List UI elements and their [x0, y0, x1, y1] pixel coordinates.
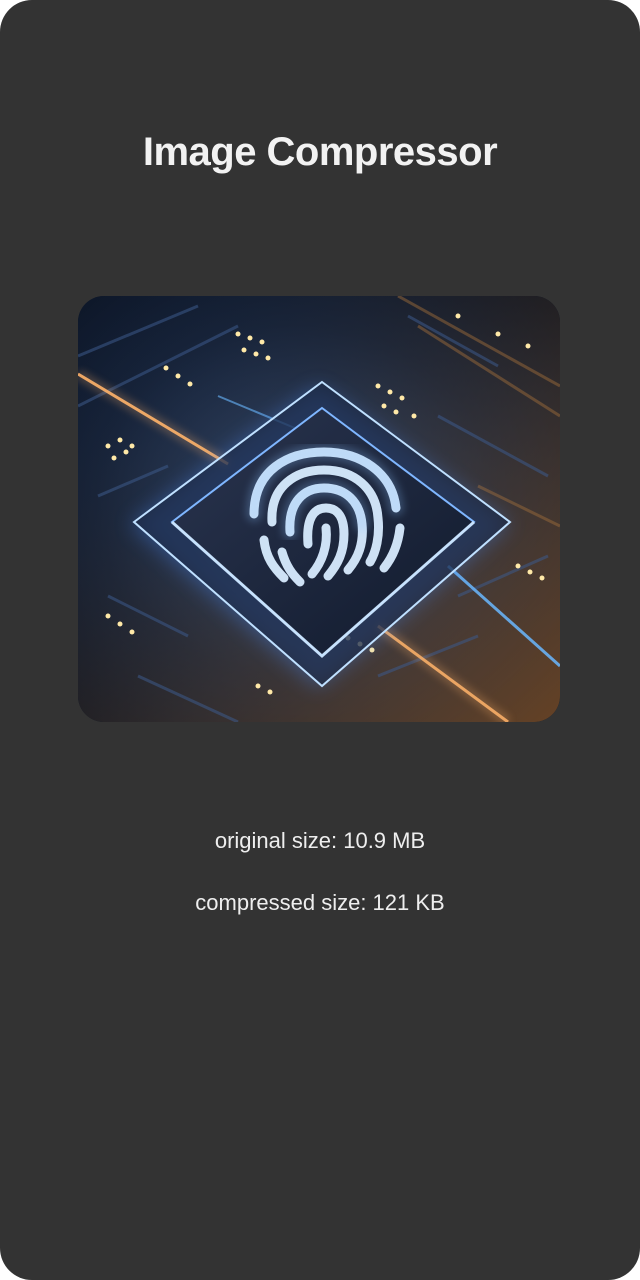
page-title: Image Compressor [142, 130, 498, 174]
fingerprint-chip-image [78, 296, 560, 722]
compressed-size-text: compressed size: 121 KB [195, 890, 445, 915]
original-size-text: original size: 10.9 MB [214, 828, 426, 853]
image-preview [78, 296, 560, 722]
app-screen: Image Compressor original size: 10.9 MB … [0, 0, 640, 1280]
